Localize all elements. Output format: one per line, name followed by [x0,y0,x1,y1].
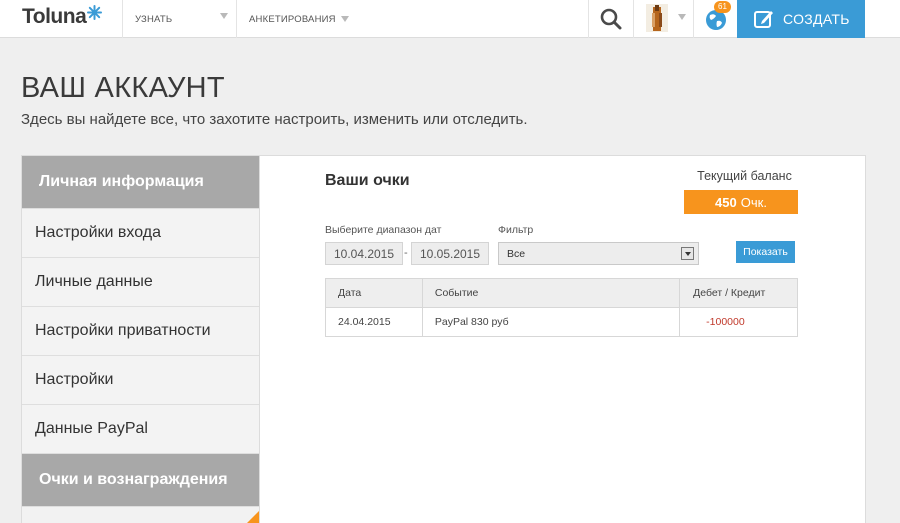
cell-amount: -100000 [679,307,798,337]
cell-event: PayPal 830 руб [421,307,681,337]
sidebar-item-label: Данные PayPal [35,420,148,437]
sidebar-item-label: Очки и вознаграждения [39,471,228,488]
filter-selected-value: Все [507,247,526,260]
notification-count-badge: 61 [714,1,731,13]
dropdown-arrow-icon[interactable] [681,247,694,260]
corner-flag [246,511,259,523]
user-avatar [646,4,668,32]
top-navigation-bar: Toluna УЗНАТЬ АНКЕТИРОВАНИЯ 61 СОЗДАТЬ [0,0,900,38]
chevron-down-icon [220,13,228,19]
page-title: ВАШ АККАУНТ [21,72,225,104]
column-header-debit-credit: Дебет / Кредит [679,278,798,308]
filter-select[interactable]: Все [498,242,699,265]
sidebar-item-settings[interactable]: Настройки [22,356,259,405]
table-row: 24.04.2015 PayPal 830 руб -100000 [325,307,798,337]
balance-badge: 450 Очк. [684,190,798,214]
sidebar-item-login-settings[interactable]: Настройки входа [22,209,259,258]
filter-label: Фильтр [498,224,534,236]
points-history-table: Дата Событие Дебет / Кредит 24.04.2015 P… [325,278,798,337]
cell-date: 24.04.2015 [325,307,423,337]
nav-menu-anketirovaniya-label: АНКЕТИРОВАНИЯ [249,13,336,25]
chevron-down-icon [678,14,686,20]
sidebar-item-paypal-data[interactable]: Данные PayPal [22,405,259,454]
date-from-input[interactable]: 10.04.2015 [325,242,403,265]
date-to-input[interactable]: 10.05.2015 [411,242,489,265]
sidebar-item-points-rewards[interactable]: Очки и вознаграждения [22,454,259,507]
balance-value: 450 [715,194,737,210]
search-icon [600,8,622,30]
account-card: Личная информация Настройки входа Личные… [21,155,866,523]
page-subtitle: Здесь вы найдете все, что захотите настр… [21,111,528,128]
sidebar-item-personal-info[interactable]: Личная информация [22,156,259,209]
nav-menu-uznat-label: УЗНАТЬ [135,13,173,25]
account-sidebar: Личная информация Настройки входа Личные… [22,156,260,523]
balance-label: Текущий баланс [697,169,792,183]
toluna-logo[interactable]: Toluna [22,4,103,29]
points-title: Ваши очки [325,172,410,189]
balance-unit: Очк. [740,194,767,210]
date-range-separator: - [404,247,408,259]
sidebar-item-label: Настройки приватности [35,322,211,339]
sidebar-item-personal-data[interactable]: Личные данные [22,258,259,307]
sidebar-item-label: Личная информация [39,173,204,190]
create-button[interactable]: СОЗДАТЬ [737,0,865,38]
column-header-date: Дата [325,278,423,308]
sidebar-item-privacy-settings[interactable]: Настройки приватности [22,307,259,356]
sidebar-item-label: Личные данные [35,273,153,290]
show-button[interactable]: Показать [736,241,795,263]
table-header-row: Дата Событие Дебет / Кредит [325,278,798,308]
logo-text: Toluna [22,5,87,28]
sidebar-item-label: Настройки входа [35,224,161,241]
search-button[interactable] [588,0,633,38]
nav-menu-uznat[interactable]: УЗНАТЬ [122,0,236,38]
notifications-button[interactable]: 61 [693,0,737,38]
edit-icon [754,11,773,28]
chevron-down-icon [340,16,349,22]
date-range-label: Выберите диапазон дат [325,224,442,236]
logo-star-icon [87,4,103,20]
nav-menu-anketirovaniya[interactable]: АНКЕТИРОВАНИЯ [236,0,353,38]
user-menu-button[interactable] [633,0,693,38]
create-button-label: СОЗДАТЬ [783,11,850,27]
column-header-event: Событие [421,278,681,308]
sidebar-item-label: Настройки [35,371,114,388]
